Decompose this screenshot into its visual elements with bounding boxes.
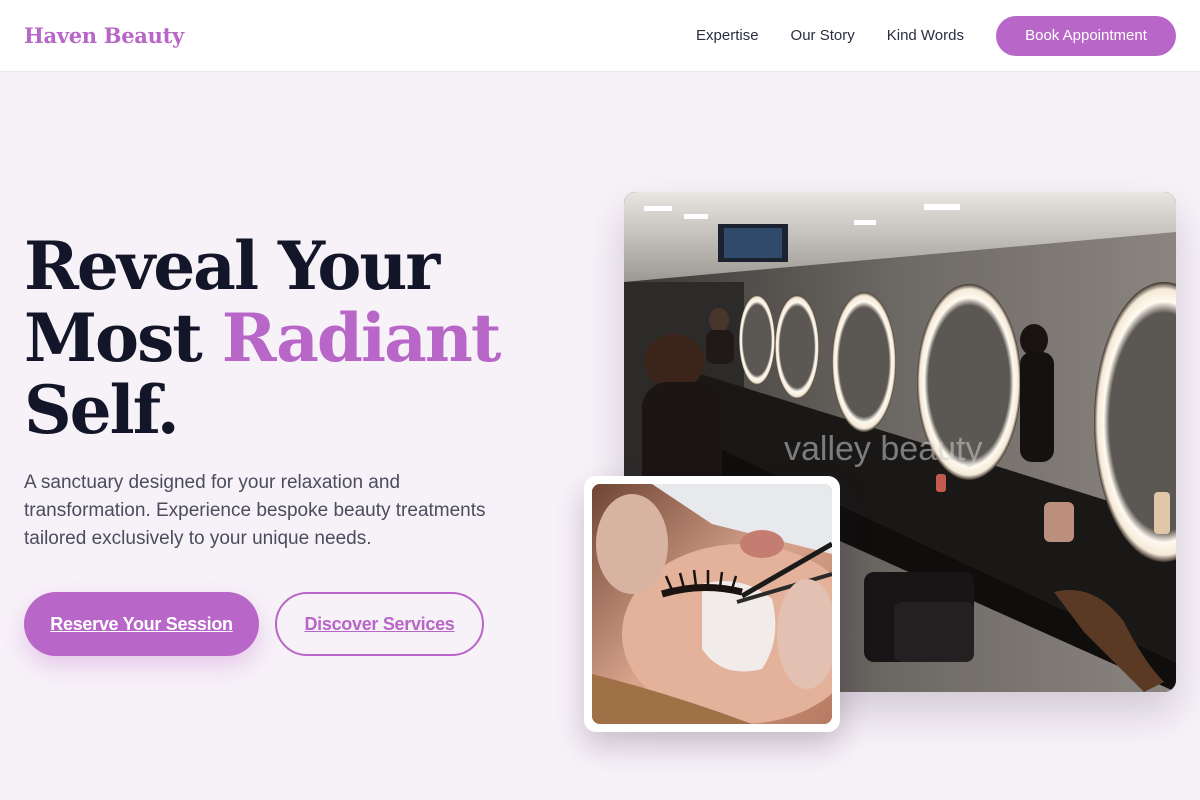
salon-watermark-text: valley beauty <box>784 430 982 468</box>
brand-logo[interactable]: Haven Beauty <box>24 23 184 48</box>
nav-link-kind-words[interactable]: Kind Words <box>887 27 964 44</box>
headline-accent-word: Radiant <box>221 299 502 377</box>
reserve-session-button[interactable]: Reserve Your Session <box>24 592 259 656</box>
site-header: Haven Beauty Expertise Our Story Kind Wo… <box>0 0 1200 72</box>
book-appointment-button[interactable]: Book Appointment <box>996 15 1176 56</box>
discover-services-button[interactable]: Discover Services <box>275 592 484 656</box>
nav-link-our-story[interactable]: Our Story <box>791 27 855 44</box>
headline-line-1: Reveal Your <box>24 227 440 305</box>
lash-treatment-image <box>592 484 832 724</box>
headline-line-3: Self. <box>24 371 180 449</box>
lash-treatment-image-frame <box>584 476 840 732</box>
hero-headline: Reveal Your Most Radiant Self. <box>24 227 502 449</box>
headline-line-2-start: Most <box>24 299 203 377</box>
hero-subtitle: A sanctuary designed for your relaxation… <box>24 472 486 549</box>
main-nav: Expertise Our Story Kind Words Book Appo… <box>664 15 1176 56</box>
nav-link-expertise[interactable]: Expertise <box>696 27 759 44</box>
